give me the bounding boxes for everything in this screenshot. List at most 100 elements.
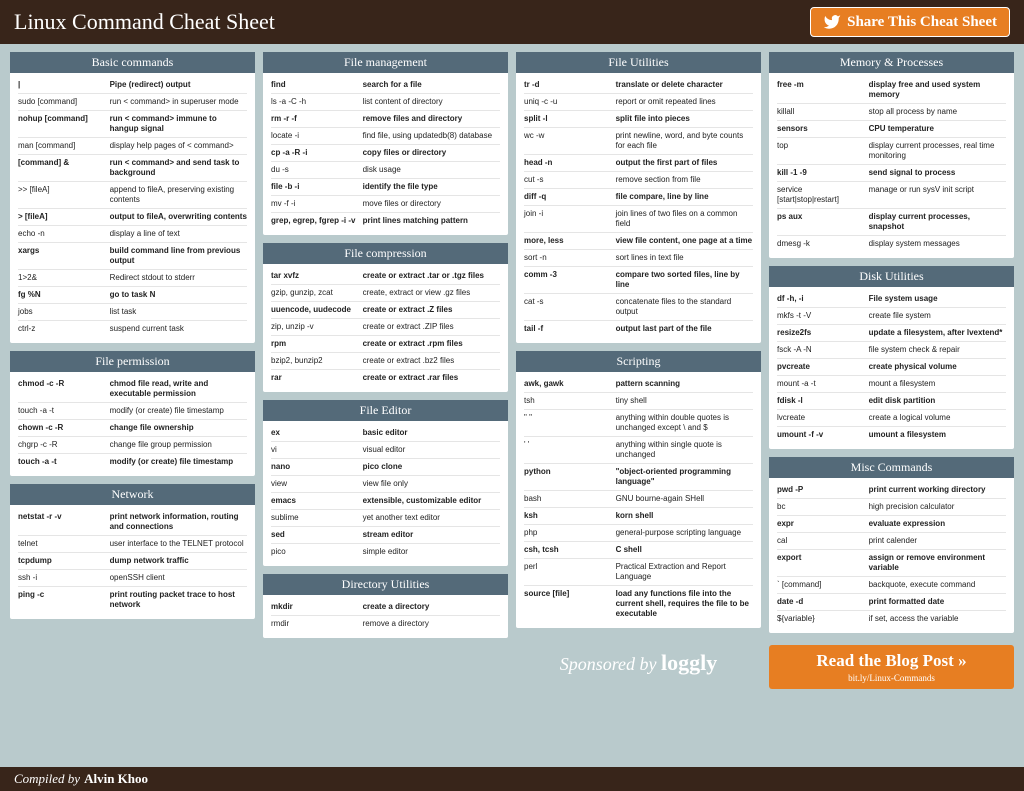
table-row: rarcreate or extract .rar files [271,370,500,386]
description-cell: create a logical volume [869,413,1006,423]
description-cell: display help pages of < command> [110,141,247,151]
table-row: free -mdisplay free and used system memo… [777,77,1006,104]
command-cell: sort -n [524,253,616,263]
description-cell: openSSH client [110,573,247,583]
description-cell: print network information, routing and c… [110,512,247,532]
table-row: perlPractical Extraction and Report Lang… [524,559,753,586]
command-cell: rar [271,373,363,383]
description-cell: create or extract .ZIP files [363,322,500,332]
section-body: exbasic editorvivisual editornanopico cl… [263,421,508,566]
command-cell: sublime [271,513,363,523]
table-row: killallstop all process by name [777,104,1006,121]
description-cell: build command line from previous output [110,246,247,266]
table-row: nanopico clone [271,459,500,476]
command-cell: ls -a -C -h [271,97,363,107]
description-cell: print current working directory [869,485,1006,495]
table-row: exbasic editor [271,425,500,442]
table-row: tar xvfzcreate or extract .tar or .tgz f… [271,268,500,285]
table-row: touch -a -tmodify (or create) file times… [18,454,247,470]
description-cell: chmod file read, write and executable pe… [110,379,247,399]
description-cell: copy files or directory [363,148,500,158]
description-cell: view file content, one page at a time [616,236,753,246]
table-row: bchigh precision calculator [777,499,1006,516]
description-cell: output the first part of files [616,158,753,168]
table-row: du -sdisk usage [271,162,500,179]
table-row: pvcreatecreate physical volume [777,359,1006,376]
command-cell: expr [777,519,869,529]
command-cell: " " [524,413,616,433]
column-1: Basic commands|Pipe (redirect) outputsud… [10,52,255,619]
command-cell: man [command] [18,141,110,151]
description-cell: create physical volume [869,362,1006,372]
table-row: csh, tcshC shell [524,542,753,559]
description-cell: simple editor [363,547,500,557]
section: File Editorexbasic editorvivisual editor… [263,400,508,566]
command-cell: umount -f -v [777,430,869,440]
read-blog-button[interactable]: Read the Blog Post »bit.ly/Linux-Command… [769,645,1014,689]
command-cell: echo -n [18,229,110,239]
command-cell: dmesg -k [777,239,869,249]
command-cell: chgrp -c -R [18,440,110,450]
command-cell: ps aux [777,212,869,232]
description-cell: output last part of the file [616,324,753,334]
description-cell: create, extract or view .gz files [363,288,500,298]
description-cell: create or extract .bz2 files [363,356,500,366]
table-row: mv -f -imove files or directory [271,196,500,213]
command-cell: emacs [271,496,363,506]
description-cell: anything within single quote is unchange… [616,440,753,460]
description-cell: remove files and directory [363,114,500,124]
description-cell: update a filesystem, after lvextend* [869,328,1006,338]
section: Memory & Processes free -mdisplay free an… [769,52,1014,258]
command-cell: tr -d [524,80,616,90]
section-header: File management [263,52,508,73]
table-row: gzip, gunzip, zcatcreate, extract or vie… [271,285,500,302]
table-row: bzip2, bunzip2create or extract .bz2 fil… [271,353,500,370]
command-cell: view [271,479,363,489]
description-cell: move files or directory [363,199,500,209]
table-row: ${variable}if set, access the variable [777,611,1006,627]
section-header: Disk Utilities [769,266,1014,287]
command-cell: cp -a -R -i [271,148,363,158]
description-cell: output to fileA, overwriting contents [110,212,247,222]
description-cell: remove section from file [616,175,753,185]
command-cell: fg %N [18,290,110,300]
description-cell: yet another text editor [363,513,500,523]
table-row: cp -a -R -icopy files or directory [271,145,500,162]
description-cell: if set, access the variable [869,614,1006,624]
description-cell: tiny shell [616,396,753,406]
command-cell: join -i [524,209,616,229]
description-cell: view file only [363,479,500,489]
table-row: exportassign or remove environment varia… [777,550,1006,577]
table-row: uuencode, uudecodecreate or extract .Z f… [271,302,500,319]
description-cell: sort lines in text file [616,253,753,263]
table-row: awk, gawkpattern scanning [524,376,753,393]
description-cell: create or extract .rpm files [363,339,500,349]
description-cell: extensible, customizable editor [363,496,500,506]
command-cell: ` [command] [777,580,869,590]
columns: Basic commands|Pipe (redirect) outputsud… [0,44,1024,767]
command-cell: find [271,80,363,90]
command-cell: telnet [18,539,110,549]
command-cell: mount -a -t [777,379,869,389]
section-body: awk, gawkpattern scanningtshtiny shell" … [516,372,761,628]
table-row: sensorsCPU temperature [777,121,1006,138]
command-cell: ex [271,428,363,438]
description-cell: list content of directory [363,97,500,107]
command-cell: perl [524,562,616,582]
description-cell: basic editor [363,428,500,438]
table-row: fg %Ngo to task N [18,287,247,304]
command-cell: awk, gawk [524,379,616,389]
table-row: fsck -A -Nfile system check & repair [777,342,1006,359]
command-cell: python [524,467,616,487]
table-row: wc -wprint newline, word, and byte count… [524,128,753,155]
section-header: Memory & Processes [769,52,1014,73]
command-cell: uniq -c -u [524,97,616,107]
description-cell: pico clone [363,462,500,472]
table-row: zip, unzip -vcreate or extract .ZIP file… [271,319,500,336]
share-button[interactable]: Share This Cheat Sheet [810,7,1010,37]
command-cell: ping -c [18,590,110,610]
description-cell: print calender [869,536,1006,546]
section-body: chmod -c -Rchmod file read, write and ex… [10,372,255,476]
table-row: dmesg -kdisplay system messages [777,236,1006,252]
description-cell: go to task N [110,290,247,300]
